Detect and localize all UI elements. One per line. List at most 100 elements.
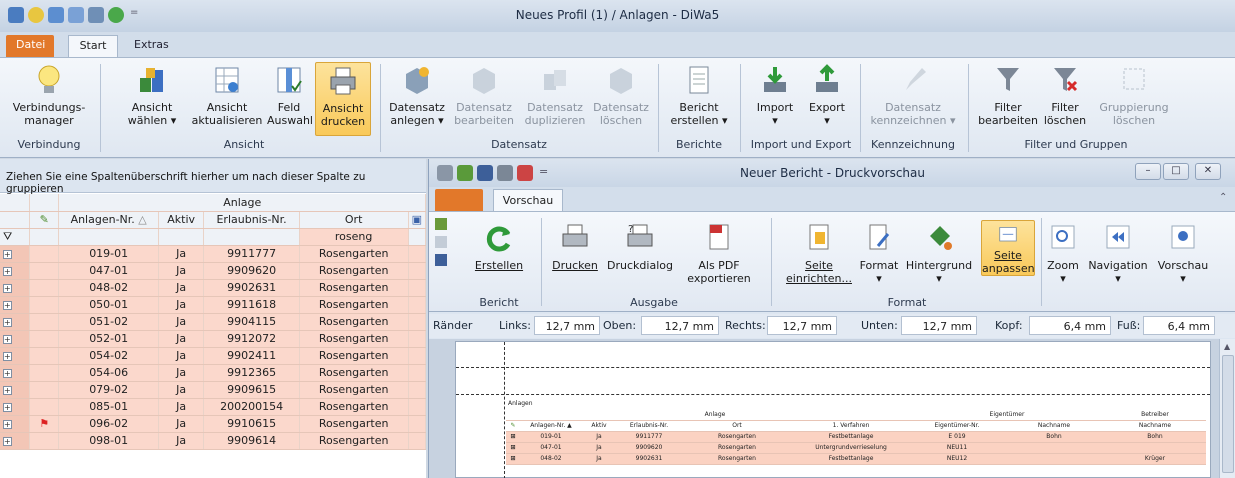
small-create-icon[interactable]: [435, 218, 447, 230]
table-cell[interactable]: 047-01: [58, 262, 159, 280]
table-cell[interactable]: Rosengarten: [299, 398, 409, 416]
gruppierung-loeschen-button[interactable]: Gruppierung löschen: [1092, 64, 1176, 127]
table-cell[interactable]: 096-02: [58, 415, 159, 433]
table-cell[interactable]: Ja: [158, 398, 205, 416]
table-row[interactable]: +047-01 Ja 9909620 Rosengarten: [0, 262, 427, 280]
seite-anpassen-button[interactable]: Seite anpassen: [981, 220, 1035, 276]
column-filter-icon[interactable]: ▣: [408, 211, 427, 229]
table-cell[interactable]: Rosengarten: [299, 432, 409, 450]
table-row[interactable]: +085-01 Ja 200200154 Rosengarten: [0, 398, 427, 416]
datensatz-anlegen-button[interactable]: Datensatz anlegen ▾: [388, 64, 446, 127]
scroll-thumb[interactable]: [1222, 355, 1234, 473]
table-row[interactable]: +079-02 Ja 9909615 Rosengarten: [0, 381, 427, 399]
links-input[interactable]: 12,7 mm: [534, 316, 600, 335]
table-cell[interactable]: Rosengarten: [299, 330, 409, 348]
table-cell[interactable]: Ja: [158, 364, 205, 382]
table-row[interactable]: +054-02 Ja 9902411 Rosengarten: [0, 347, 427, 365]
filter-row-icon[interactable]: ⛛: [0, 228, 30, 246]
expand-row-icon[interactable]: +: [0, 381, 30, 399]
table-cell[interactable]: Ja: [158, 415, 205, 433]
table-cell[interactable]: Ja: [158, 279, 205, 297]
table-cell[interactable]: Ja: [158, 296, 205, 314]
kopf-input[interactable]: 6,4 mm: [1029, 316, 1111, 335]
table-cell[interactable]: 9909614: [203, 432, 300, 450]
verbindungsmanager-button[interactable]: Verbindungs- manager: [8, 64, 90, 127]
table-cell[interactable]: 9909620: [203, 262, 300, 280]
table-row[interactable]: +019-01 Ja 9911777 Rosengarten: [0, 245, 427, 263]
table-cell[interactable]: 050-01: [58, 296, 159, 314]
expand-row-icon[interactable]: +: [0, 398, 30, 416]
small-save-icon[interactable]: [435, 254, 447, 266]
table-cell[interactable]: 9912072: [203, 330, 300, 348]
expand-row-icon[interactable]: +: [0, 364, 30, 382]
table-cell[interactable]: 9911777: [203, 245, 300, 263]
minimize-button[interactable]: –: [1135, 163, 1161, 180]
table-row[interactable]: +052-01 Ja 9912072 Rosengarten: [0, 330, 427, 348]
expand-row-icon[interactable]: +: [0, 296, 30, 314]
table-cell[interactable]: Rosengarten: [299, 415, 409, 433]
tab-datei[interactable]: Datei: [6, 35, 54, 57]
table-cell[interactable]: Rosengarten: [299, 262, 409, 280]
table-cell[interactable]: Rosengarten: [299, 381, 409, 399]
feld-auswahl-button[interactable]: Feld Auswahl: [267, 64, 313, 127]
table-row[interactable]: +050-01 Ja 9911618 Rosengarten: [0, 296, 427, 314]
table-cell[interactable]: Rosengarten: [299, 245, 409, 263]
ort-filter-input[interactable]: roseng: [299, 228, 409, 246]
table-cell[interactable]: 085-01: [58, 398, 159, 416]
table-cell[interactable]: Ja: [158, 381, 205, 399]
table-cell[interactable]: Rosengarten: [299, 313, 409, 331]
import-button[interactable]: Import ▾: [750, 64, 800, 127]
table-row[interactable]: +048-02 Ja 9902631 Rosengarten: [0, 279, 427, 297]
table-cell[interactable]: Rosengarten: [299, 347, 409, 365]
fuss-input[interactable]: 6,4 mm: [1143, 316, 1215, 335]
close-button[interactable]: ✕: [1195, 163, 1221, 180]
table-cell[interactable]: 9902411: [203, 347, 300, 365]
hintergrund-button[interactable]: Hintergrund ▾: [903, 222, 975, 285]
table-cell[interactable]: Rosengarten: [299, 364, 409, 382]
ansicht-aktualisieren-button[interactable]: Ansicht aktualisieren: [187, 64, 267, 127]
table-cell[interactable]: 054-06: [58, 364, 159, 382]
column-header-erlaubnis-nr[interactable]: Erlaubnis-Nr.: [203, 211, 300, 229]
ansicht-drucken-button[interactable]: Ansicht drucken: [315, 62, 371, 136]
expand-row-icon[interactable]: +: [0, 330, 30, 348]
tab-start[interactable]: Start: [68, 35, 118, 57]
table-row[interactable]: + ⚑ 096-02 Ja 9910615 Rosengarten: [0, 415, 427, 433]
table-cell[interactable]: 054-02: [58, 347, 159, 365]
druckdialog-button[interactable]: ? Druckdialog: [605, 222, 675, 272]
datensatz-bearbeiten-button[interactable]: Datensatz bearbeiten: [452, 64, 516, 127]
datensatz-loeschen-button[interactable]: Datensatz löschen: [592, 64, 650, 127]
zoom-button[interactable]: Zoom ▾: [1043, 222, 1083, 285]
datensatz-kennzeichnen-button[interactable]: Datensatz kennzeichnen ▾: [866, 64, 960, 127]
table-cell[interactable]: Ja: [158, 245, 205, 263]
expand-row-icon[interactable]: +: [0, 279, 30, 297]
edit-pencil-icon[interactable]: ✎: [29, 211, 60, 229]
table-cell[interactable]: Ja: [158, 313, 205, 331]
expand-row-icon[interactable]: +: [0, 245, 30, 263]
table-cell[interactable]: 9911618: [203, 296, 300, 314]
table-cell[interactable]: Rosengarten: [299, 279, 409, 297]
export-button[interactable]: Export ▾: [802, 64, 852, 127]
scroll-up-icon[interactable]: ▲: [1224, 342, 1230, 351]
tab-extras[interactable]: Extras: [124, 35, 174, 57]
navigation-button[interactable]: Navigation ▾: [1083, 222, 1153, 285]
vorschau-button[interactable]: Vorschau ▾: [1155, 222, 1211, 285]
table-cell[interactable]: Ja: [158, 432, 205, 450]
tab-vorschau[interactable]: Vorschau: [493, 189, 563, 212]
expand-row-icon[interactable]: +: [0, 313, 30, 331]
maximize-button[interactable]: □: [1163, 163, 1189, 180]
rechts-input[interactable]: 12,7 mm: [767, 316, 837, 335]
als-pdf-exportieren-button[interactable]: Als PDF exportieren: [679, 222, 759, 285]
table-cell[interactable]: Ja: [158, 262, 205, 280]
collapse-ribbon-icon[interactable]: ⌃: [1219, 192, 1227, 203]
expand-row-icon[interactable]: +: [0, 432, 30, 450]
expand-row-icon[interactable]: +: [0, 415, 30, 433]
table-cell[interactable]: 9902631: [203, 279, 300, 297]
table-row[interactable]: +051-02 Ja 9904115 Rosengarten: [0, 313, 427, 331]
table-cell[interactable]: Ja: [158, 330, 205, 348]
table-row[interactable]: +054-06 Ja 9912365 Rosengarten: [0, 364, 427, 382]
drucken-button[interactable]: Drucken: [549, 222, 601, 272]
table-cell[interactable]: Ja: [158, 347, 205, 365]
erstellen-button[interactable]: Erstellen: [473, 222, 525, 272]
expand-row-icon[interactable]: +: [0, 262, 30, 280]
preview-scrollbar[interactable]: ▲: [1219, 339, 1235, 478]
